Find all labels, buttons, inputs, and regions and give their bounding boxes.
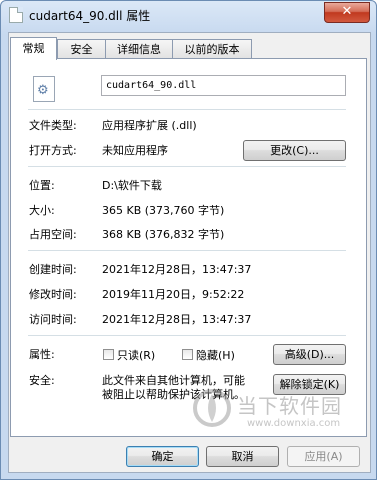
modified-value: 2019年11月20日，9:52:22 [102,288,245,301]
change-button[interactable]: 更改(C)... [243,140,346,161]
size-on-disk-label: 占用空间: [29,228,77,241]
security-label: 安全: [29,374,55,387]
size-value: 365 KB (373,760 字节) [102,204,225,217]
file-type-label: 文件类型: [29,119,77,132]
tab-details[interactable]: 详细信息 [105,39,173,59]
modified-label: 修改时间: [29,288,77,301]
file-icon-small [9,7,23,23]
close-icon: ✕ [341,4,353,19]
hidden-label[interactable]: 隐藏(H) [196,347,235,363]
accessed-label: 访问时间: [29,313,77,326]
separator [28,250,346,251]
open-with-value: 未知应用程序 [102,144,168,157]
size-on-disk-value: 368 KB (376,832 字节) [102,228,225,241]
tab-general[interactable]: 常规 [10,37,57,60]
accessed-value: 2021年12月28日，13:47:37 [102,313,252,326]
watermark-logo-icon [193,389,231,427]
attributes-label: 属性: [29,348,55,361]
readonly-checkbox[interactable] [103,349,114,360]
cancel-button[interactable]: 取消 [206,446,279,467]
ok-button[interactable]: 确定 [126,446,199,467]
tab-security[interactable]: 安全 [57,39,106,59]
apply-button[interactable]: 应用(A) [287,446,360,467]
dll-gear-icon: ⚙ [33,76,55,102]
tab-previous-versions[interactable]: 以前的版本 [172,39,252,59]
readonly-label[interactable]: 只读(R) [117,347,155,363]
window-title: cudart64_90.dll 属性 [29,9,151,23]
watermark-text: 当下软件园 [237,394,342,418]
created-label: 创建时间: [29,263,77,276]
hidden-checkbox[interactable] [182,349,193,360]
location-label: 位置: [29,179,55,192]
title-bar[interactable]: cudart64_90.dll 属性 ✕ [1,1,376,31]
open-with-label: 打开方式: [29,144,77,157]
file-name-field[interactable]: cudart64_90.dll [101,75,346,96]
size-label: 大小: [29,204,55,217]
separator [28,166,346,167]
location-value: D:\软件下载 [102,179,162,192]
close-button[interactable]: ✕ [324,2,370,23]
separator [28,335,346,336]
file-type-value: 应用程序扩展 (.dll) [102,119,197,132]
watermark-url: www.downxia.com [247,418,341,429]
separator [28,109,346,110]
created-value: 2021年12月28日，13:47:37 [102,263,252,276]
advanced-button[interactable]: 高级(D)... [273,344,346,365]
